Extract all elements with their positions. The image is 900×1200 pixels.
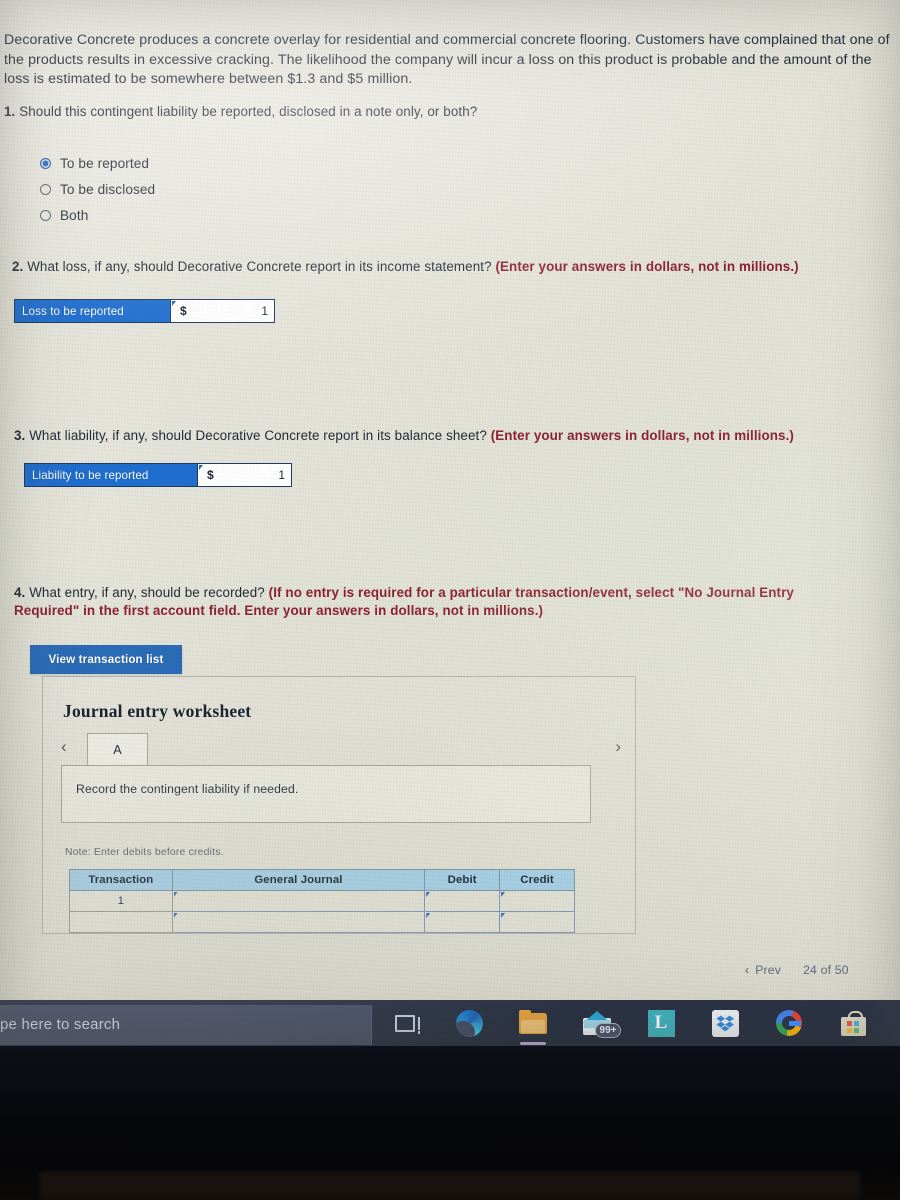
edge-icon[interactable]: [454, 1008, 484, 1038]
chevron-left-icon[interactable]: ‹: [745, 963, 749, 977]
question-3-hint: (Enter your answers in dollars, not in m…: [490, 428, 794, 443]
worksheet-tab-strip: ‹ A ›: [61, 733, 625, 766]
loss-answer-row: Loss to be reported $ 1: [14, 299, 275, 323]
chevron-left-icon[interactable]: ‹: [61, 737, 67, 757]
worksheet-title: Journal entry worksheet: [63, 701, 252, 721]
cell-credit[interactable]: [499, 890, 575, 912]
cell-caret-icon: [172, 301, 176, 306]
dropbox-icon[interactable]: [710, 1008, 740, 1038]
folder-glyph: [519, 1010, 547, 1034]
taskbar-search-box[interactable]: pe here to search: [0, 1004, 372, 1045]
worksheet-tab-a[interactable]: A: [87, 733, 148, 765]
desk-surface: [40, 1172, 860, 1200]
windows-taskbar: pe here to search 99+ L: [0, 1000, 900, 1046]
question-3-text: What liability, if any, should Decorativ…: [25, 428, 491, 443]
question-3-number: 3.: [14, 428, 26, 443]
journal-entry-table: Transaction General Journal Debit Credit…: [69, 869, 575, 933]
question-1-text: Should this contingent liability be repo…: [15, 104, 478, 119]
question-2-number: 2.: [12, 259, 24, 274]
radio-icon: [40, 157, 51, 169]
question-1-number: 1.: [4, 104, 16, 119]
file-explorer-icon[interactable]: [518, 1008, 548, 1045]
store-bag-glyph: [840, 1010, 866, 1036]
journal-entry-worksheet-panel: Journal entry worksheet ‹ A › Record the…: [42, 676, 636, 934]
currency-symbol: $: [207, 468, 214, 482]
question-2-hint: (Enter your answers in dollars, not in m…: [495, 259, 799, 274]
scenario-paragraph: Decorative Concrete produces a concrete …: [4, 32, 890, 87]
cell-transaction: [69, 911, 173, 933]
debits-before-credits-note: Note: Enter debits before credits.: [65, 847, 224, 858]
question-4: 4. What entry, if any, should be recorde…: [14, 584, 844, 620]
question-1: 1. Should this contingent liability be r…: [4, 103, 704, 121]
lockdown-browser-glyph: L: [647, 1009, 675, 1037]
cell-caret-icon: [199, 465, 203, 470]
mail-glyph: 99+: [583, 1011, 621, 1038]
pagination: ‹ Prev 24 of 50: [745, 963, 900, 977]
worksheet-tab-label: A: [113, 742, 122, 757]
dropbox-glyph: [711, 1009, 739, 1037]
taskbar-icon-strip: 99+ L: [372, 1000, 868, 1046]
mail-unread-badge: 99+: [595, 1023, 621, 1038]
question-1-radio-group[interactable]: To be reported To be disclosed Both: [38, 150, 298, 228]
cell-debit[interactable]: [424, 890, 501, 912]
radio-option-to-be-reported[interactable]: To be reported: [38, 150, 298, 176]
question-2-text: What loss, if any, should Decorative Con…: [23, 259, 496, 274]
liability-row-label: Liability to be reported: [25, 464, 197, 486]
cell-general-journal[interactable]: [171, 890, 426, 912]
loss-amount-value: 1: [261, 304, 268, 318]
liability-amount-input[interactable]: $ 1: [197, 464, 291, 486]
view-transaction-list-button[interactable]: View transaction list: [30, 645, 182, 674]
currency-symbol: $: [180, 304, 187, 318]
loss-row-label: Loss to be reported: [15, 300, 170, 322]
quiz-page-content: Decorative Concrete produces a concrete …: [0, 0, 900, 1000]
prev-button[interactable]: Prev: [755, 963, 781, 977]
cell-general-journal[interactable]: [171, 911, 426, 933]
radio-option-label: To be reported: [60, 155, 150, 171]
table-row: 1: [69, 890, 575, 912]
cell-transaction: 1: [69, 890, 173, 912]
liability-amount-value: 1: [278, 468, 285, 482]
radio-option-to-be-disclosed[interactable]: To be disclosed: [38, 176, 298, 202]
question-4-number: 4.: [14, 585, 26, 600]
chevron-right-icon[interactable]: ›: [615, 737, 621, 757]
question-2: 2. What loss, if any, should Decorative …: [12, 258, 892, 276]
radio-option-label: To be disclosed: [60, 181, 156, 197]
cell-debit[interactable]: [424, 911, 501, 933]
search-placeholder-text: pe here to search: [0, 1016, 121, 1033]
screen-bottom-edge: [0, 1046, 900, 1049]
radio-icon: [40, 183, 51, 195]
question-4-text: What entry, if any, should be recorded?: [25, 585, 269, 600]
worksheet-instruction-panel: Record the contingent liability if neede…: [61, 765, 591, 823]
chrome-icon[interactable]: [774, 1008, 804, 1038]
column-header-debit: Debit: [424, 869, 501, 891]
column-header-transaction: Transaction: [69, 869, 173, 891]
task-view-icon[interactable]: [390, 1008, 420, 1038]
mail-icon[interactable]: 99+: [582, 1008, 621, 1038]
radio-option-both[interactable]: Both: [38, 202, 298, 228]
microsoft-store-icon[interactable]: [838, 1008, 868, 1038]
photographed-screen: Decorative Concrete produces a concrete …: [0, 0, 900, 1046]
task-view-glyph: [395, 1014, 420, 1034]
screenshot-root: Decorative Concrete produces a concrete …: [0, 0, 900, 1200]
edge-glyph: [455, 1009, 483, 1037]
lockdown-browser-icon[interactable]: L: [646, 1008, 676, 1038]
below-screen-dark-area: [0, 1046, 900, 1200]
radio-option-label: Both: [60, 207, 89, 223]
loss-amount-input[interactable]: $ 1: [170, 300, 274, 322]
liability-answer-row: Liability to be reported $ 1: [24, 463, 292, 487]
question-3: 3. What liability, if any, should Decora…: [14, 427, 894, 445]
google-glyph: [776, 1010, 802, 1036]
page-counter: 24 of 50: [803, 963, 849, 977]
worksheet-instruction-text: Record the contingent liability if neede…: [76, 782, 299, 796]
table-row: [69, 911, 575, 933]
cell-credit[interactable]: [499, 911, 575, 933]
journal-table-header-row: Transaction General Journal Debit Credit: [69, 869, 575, 891]
column-header-general-journal: General Journal: [171, 869, 426, 891]
radio-icon: [40, 209, 51, 221]
column-header-credit: Credit: [499, 869, 575, 891]
active-app-underline: [520, 1042, 546, 1045]
